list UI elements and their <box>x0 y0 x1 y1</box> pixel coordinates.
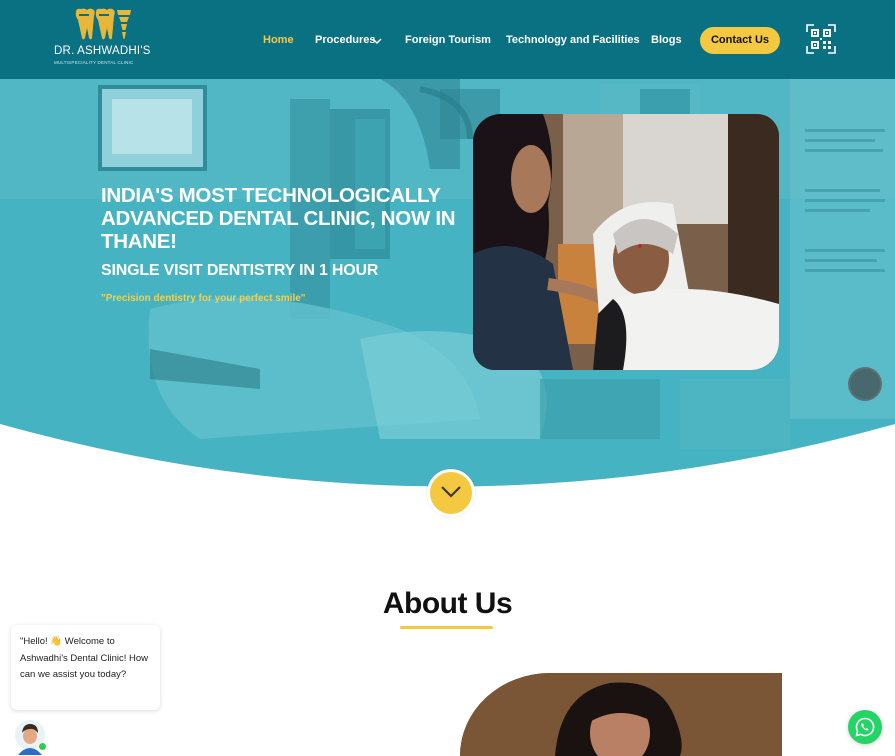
chevron-down-icon[interactable] <box>372 38 382 45</box>
nav-blogs[interactable]: Blogs <box>651 34 682 46</box>
slider-next-button[interactable] <box>848 367 882 401</box>
brand-name: DR. ASHWADHI'S <box>54 45 151 57</box>
nav-foreign-tourism[interactable]: Foreign Tourism <box>405 34 491 46</box>
online-status-indicator <box>38 742 47 751</box>
nav-procedures[interactable]: Procedures <box>315 34 376 46</box>
brand-logo[interactable]: DR. ASHWADHI'S MULTISPECIALITY DENTAL CL… <box>54 8 154 70</box>
doctor-photo <box>460 673 782 756</box>
hero-headline: INDIA'S MOST TECHNOLOGICALLY ADVANCED DE… <box>101 184 456 253</box>
chevron-down-icon <box>441 486 461 498</box>
hero-tagline: "Precision dentistry for your perfect sm… <box>101 293 306 304</box>
about-title-underline <box>400 626 493 629</box>
hero-banner: INDIA'S MOST TECHNOLOGICALLY ADVANCED DE… <box>0 79 895 489</box>
chat-welcome-bubble[interactable]: "Hello! 👋 Welcome to Ashwadhi's Dental C… <box>11 625 160 710</box>
scroll-down-button[interactable] <box>427 469 475 517</box>
hero-subheadline: SINGLE VISIT DENTISTRY IN 1 HOUR <box>101 262 379 279</box>
nav-home[interactable]: Home <box>263 34 294 46</box>
chat-message: "Hello! 👋 Welcome to Ashwadhi's Dental C… <box>20 636 149 680</box>
whatsapp-icon <box>855 717 875 737</box>
whatsapp-button[interactable] <box>848 710 882 744</box>
qr-code-icon[interactable] <box>806 24 836 54</box>
brand-tagline: MULTISPECIALITY DENTAL CLINIC <box>54 60 134 65</box>
contact-us-button[interactable]: Contact Us <box>700 27 780 54</box>
nav-technology-facilities[interactable]: Technology and Facilities <box>506 34 640 46</box>
site-header: DR. ASHWADHI'S MULTISPECIALITY DENTAL CL… <box>0 0 895 79</box>
about-title: About Us <box>382 587 513 620</box>
dentist-patient-photo <box>473 114 779 370</box>
teeth-logo-icon <box>75 8 131 40</box>
